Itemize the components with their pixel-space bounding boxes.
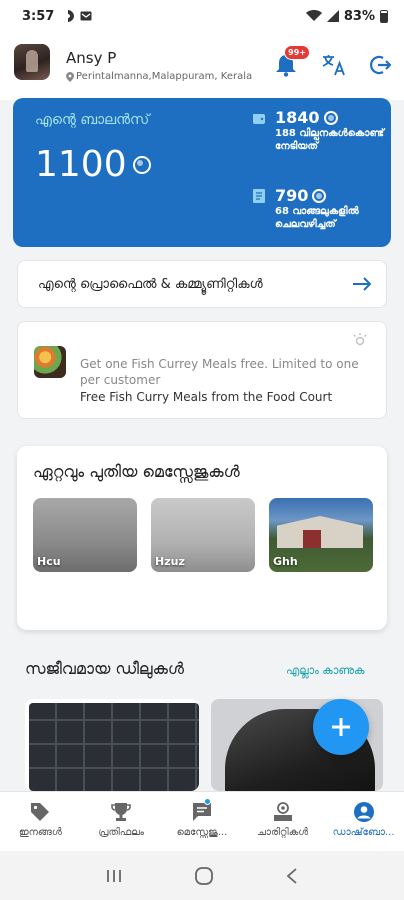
promo-subtitle: Free Fish Curry Meals from the Food Cour…: [80, 390, 333, 404]
trophy-icon: [111, 803, 131, 821]
arrow-right-icon: [353, 277, 372, 291]
status-bar: 3:57 83%: [0, 0, 404, 32]
bottom-nav: ഇനങ്ങൾ പ്രതിഫലം മെസ്സേജു... ചാരിറ്റികൾ ഡ…: [0, 791, 404, 851]
notification-badge: 99+: [284, 45, 310, 60]
message-label: Ghh: [273, 555, 298, 568]
promo-title: Get one Fish Currey Meals free. Limited …: [80, 357, 359, 387]
notifications-button[interactable]: 99+: [272, 45, 310, 79]
message-label: Hcu: [37, 555, 61, 568]
location-pin-icon: [66, 71, 74, 82]
chat-icon: [192, 803, 211, 821]
earned-value-row: 1840: [275, 108, 400, 127]
profile-communities-link[interactable]: എന്റെ പ്രൊഫൈൽ & കമ്മ്യൂണിറ്റികൾ: [17, 260, 387, 308]
nav-label: ഇനങ്ങൾ: [18, 827, 62, 838]
unread-dot: [203, 798, 211, 805]
logout-icon: [370, 55, 391, 75]
nav-items[interactable]: ഇനങ്ങൾ: [0, 792, 81, 851]
message-thumbnail[interactable]: Ghh: [269, 498, 373, 572]
nav-messages[interactable]: മെസ്സേജു...: [162, 792, 243, 851]
battery-icon: [380, 9, 388, 23]
house-door: [303, 530, 321, 548]
earned-value: 1840: [275, 108, 320, 127]
earned-stat: 1840 188 വില്പനകൾകൊണ്ട് നേടിയത്: [251, 108, 400, 153]
view-all-link[interactable]: എല്ലാം കാണുക: [286, 664, 365, 678]
receipt-icon: [253, 189, 265, 203]
status-right: 83%: [305, 8, 388, 24]
latest-messages-card: ഏറ്റവും പുതിയ മെസ്സേജുകൾ Hcu Hzuz Ghh: [17, 446, 387, 630]
deals-title: സജീവമായ ഡീലുകൾ: [25, 659, 184, 678]
battery-percent: 83%: [343, 8, 375, 24]
plus-icon: [332, 718, 350, 736]
messages-title: ഏറ്റവും പുതിയ മെസ്സേജുകൾ: [33, 462, 240, 481]
avatar[interactable]: [14, 44, 50, 80]
spent-desc: 68 വാങ്ങലുകളിൽ ചെലവഴിച്ചത്: [275, 206, 359, 230]
app-header: Ansy P Perintalmanna,Malappuram, Kerala …: [0, 32, 404, 100]
spent-stat: 790 68 വാങ്ങലുകളിൽ ചെലവഴിച്ചത്: [251, 186, 400, 231]
user-location: Perintalmanna,Malappuram, Kerala: [66, 71, 252, 82]
coin-icon: [132, 155, 151, 174]
wallet-icon: [253, 114, 265, 124]
app-notification-icon: [68, 10, 75, 22]
account-icon: [353, 802, 374, 822]
logout-button[interactable]: [366, 51, 394, 79]
coin-icon: [323, 110, 338, 125]
coin-icon: [312, 188, 327, 203]
keyboard-image: [29, 703, 199, 791]
meal-image: [34, 346, 66, 378]
balance-value: 1100: [35, 144, 127, 185]
lightbulb-icon: [353, 333, 367, 346]
promo-card[interactable]: Get one Fish Currey Meals free. Limited …: [17, 321, 387, 419]
translate-icon: [322, 55, 345, 76]
message-thumbnail[interactable]: Hcu: [33, 498, 137, 572]
home-icon[interactable]: [194, 866, 214, 886]
nav-label: പ്രതിഫലം: [98, 827, 144, 838]
nav-label: ഡാഷ്‌ബോ...: [332, 827, 395, 838]
balance-title: എന്റെ ബാലൻസ്: [35, 112, 150, 128]
tag-icon: [31, 803, 50, 821]
spent-value: 790: [275, 186, 309, 205]
nav-charities[interactable]: ചാരിറ്റികൾ: [242, 792, 323, 851]
wifi-icon: [305, 10, 322, 21]
location-text: Perintalmanna,Malappuram, Kerala: [76, 71, 253, 82]
nav-dashboard[interactable]: ഡാഷ്‌ബോ...: [323, 792, 404, 851]
translate-button[interactable]: [320, 51, 348, 79]
system-nav-bar: [0, 851, 404, 900]
status-time: 3:57: [22, 8, 55, 24]
add-button[interactable]: [313, 699, 369, 755]
earned-desc: 188 വില്പനകൾകൊണ്ട് നേടിയത്: [275, 128, 384, 152]
deal-card[interactable]: [25, 699, 199, 791]
signal-icon: [326, 10, 339, 22]
recent-apps-icon[interactable]: [105, 868, 123, 884]
message-label: Hzuz: [155, 555, 185, 568]
profile-communities-label: എന്റെ പ്രൊഫൈൽ & കമ്മ്യൂണിറ്റികൾ: [38, 276, 263, 292]
message-thumbnail[interactable]: Hzuz: [151, 498, 255, 572]
charity-icon: [273, 802, 292, 821]
nav-label: മെസ്സേജു...: [176, 827, 228, 838]
nav-rewards[interactable]: പ്രതിഫലം: [81, 792, 162, 851]
mail-status-icon: [80, 11, 92, 21]
nav-label: ചാരിറ്റികൾ: [257, 827, 309, 838]
balance-card[interactable]: എന്റെ ബാലൻസ് 1100 1840 188 വില്പനകൾകൊണ്ട…: [13, 98, 391, 247]
balance-amount: 1100: [35, 144, 151, 185]
user-name: Ansy P: [66, 49, 117, 67]
spent-value-row: 790: [275, 186, 400, 205]
back-icon[interactable]: [285, 867, 299, 885]
